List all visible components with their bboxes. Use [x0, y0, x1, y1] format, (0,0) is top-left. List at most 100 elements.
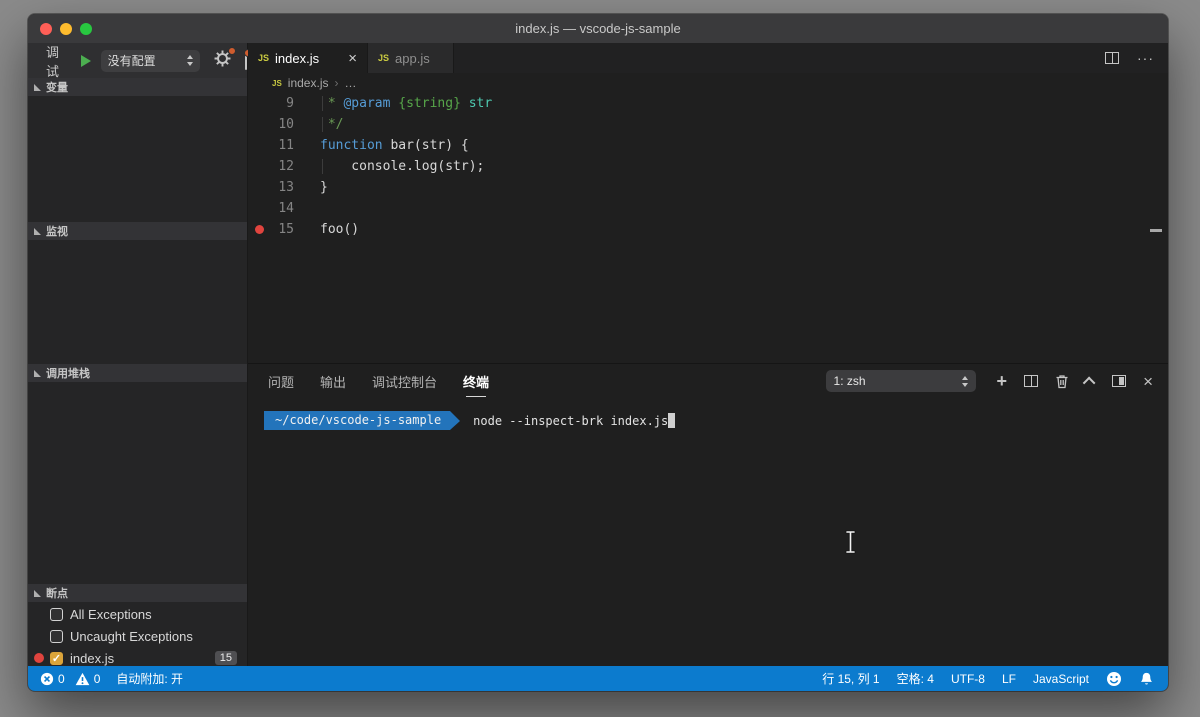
warning-count: 0 [94, 672, 101, 686]
tab-appjs[interactable]: JS app.js [368, 43, 454, 73]
problems-status[interactable]: 0 0 [40, 672, 100, 686]
line-number: 10 [270, 117, 294, 132]
split-editor-icon[interactable] [1105, 52, 1119, 64]
watch-header-label: 监视 [46, 223, 68, 239]
checkbox-unchecked[interactable] [50, 608, 63, 621]
close-window-button[interactable] [40, 23, 52, 35]
workbench: 调试 没有配置 [28, 43, 1168, 666]
debug-sidebar: 调试 没有配置 [28, 43, 248, 666]
terminal-instance-value: 1: zsh [834, 374, 866, 388]
breakpoint-line-badge: 15 [215, 651, 237, 665]
cursor-position-status[interactable]: 行 15, 列 1 [822, 670, 879, 687]
code-editor[interactable]: 9 * @param {string} str 10 */ 11 functio… [248, 93, 1168, 363]
code-line: 10 */ [248, 114, 1168, 135]
line-number: 13 [270, 180, 294, 195]
dropdown-arrows-icon [187, 55, 193, 66]
code-line: 12 console.log(str); [248, 156, 1168, 177]
terminal-command: node --inspect-brk index.js [473, 414, 668, 428]
close-tab-icon[interactable]: × [348, 51, 357, 66]
indentation-status[interactable]: 空格: 4 [897, 670, 934, 687]
terminal-instance-dropdown[interactable]: 1: zsh [826, 370, 976, 392]
minimize-window-button[interactable] [60, 23, 72, 35]
tab-indexjs[interactable]: JS index.js × [248, 43, 368, 73]
editor-tab-bar: JS index.js × JS app.js ··· [248, 43, 1168, 73]
twistie-icon [34, 370, 41, 377]
tab-label: app.js [395, 51, 430, 66]
line-number: 12 [270, 159, 294, 174]
title-bar[interactable]: index.js — vscode-js-sample [28, 14, 1168, 43]
js-file-icon: JS [258, 53, 269, 63]
tab-problems[interactable]: 问题 [268, 363, 294, 400]
feedback-smiley-icon[interactable] [1106, 671, 1122, 687]
code-line: 11 function bar(str) { [248, 135, 1168, 156]
editor-pane: JS index.js × JS app.js ··· JS index.js … [248, 43, 1168, 666]
collapse-panel-chevron-icon[interactable] [1086, 377, 1095, 386]
gear-badge-dot [228, 47, 236, 55]
maximize-panel-icon[interactable] [1112, 375, 1126, 387]
variables-section-header[interactable]: 变量 [28, 78, 247, 96]
callstack-header-label: 调用堆栈 [46, 365, 90, 381]
debug-toolbar: 调试 没有配置 [28, 43, 247, 78]
breakpoint-dot-icon [34, 653, 44, 663]
line-number: 11 [270, 138, 294, 153]
tab-output[interactable]: 输出 [320, 363, 346, 400]
breakpoint-row-all-exceptions[interactable]: All Exceptions [28, 603, 247, 625]
new-terminal-icon[interactable]: + [997, 372, 1008, 390]
editor-actions: ··· [1105, 43, 1154, 73]
dropdown-arrows-icon [962, 376, 968, 387]
encoding-status[interactable]: UTF-8 [951, 672, 985, 686]
status-bar: 0 0 自动附加: 开 行 15, 列 1 空格: 4 UTF-8 LF Jav… [28, 666, 1168, 691]
breakpoint-gutter[interactable] [248, 225, 270, 234]
debug-config-value: 没有配置 [108, 52, 156, 69]
twistie-icon [34, 84, 41, 91]
error-circle-icon [40, 672, 54, 686]
breadcrumb-file[interactable]: index.js [288, 76, 329, 90]
zoom-window-button[interactable] [80, 23, 92, 35]
window-title: index.js — vscode-js-sample [515, 21, 680, 36]
callstack-section-header[interactable]: 调用堆栈 [28, 364, 247, 382]
configure-gear-button[interactable] [214, 50, 231, 72]
overview-ruler-cursor-marker [1150, 229, 1162, 232]
breadcrumb-more[interactable]: … [344, 76, 356, 90]
chevron-right-icon: › [334, 76, 338, 90]
panel-tab-bar: 问题 输出 调试控制台 终端 1: zsh + [248, 364, 1168, 398]
traffic-lights [40, 14, 92, 43]
breakpoint-label: Uncaught Exceptions [70, 629, 193, 644]
panel-toolbar: 1: zsh + × [826, 370, 1168, 392]
tab-debug-console[interactable]: 调试控制台 [372, 363, 437, 400]
more-actions-icon[interactable]: ··· [1137, 50, 1154, 66]
checkbox-unchecked[interactable] [50, 630, 63, 643]
prompt-path-segment: ~/code/vscode-js-sample [264, 411, 450, 430]
watch-section-header[interactable]: 监视 [28, 222, 247, 240]
tab-label: index.js [275, 51, 319, 66]
language-mode-status[interactable]: JavaScript [1033, 672, 1089, 686]
breakpoint-row-uncaught-exceptions[interactable]: Uncaught Exceptions [28, 625, 247, 647]
code-line: 14 [248, 198, 1168, 219]
bottom-panel: 问题 输出 调试控制台 终端 1: zsh + [248, 363, 1168, 666]
warning-triangle-icon [75, 672, 90, 686]
code-line-with-breakpoint: 15 foo() [248, 219, 1168, 240]
checkbox-checked[interactable]: ✓ [50, 652, 63, 665]
breadcrumb[interactable]: JS index.js › … [248, 73, 1168, 93]
line-number: 15 [270, 222, 294, 237]
terminal-view[interactable]: ~/code/vscode-js-sample node --inspect-b… [248, 398, 1168, 666]
terminal-cursor [668, 413, 675, 428]
breakpoint-label: index.js [70, 651, 114, 666]
kill-terminal-trash-icon[interactable] [1055, 374, 1069, 389]
line-number: 9 [270, 96, 294, 111]
twistie-icon [34, 590, 41, 597]
eol-status[interactable]: LF [1002, 672, 1016, 686]
notifications-bell-icon[interactable] [1139, 671, 1154, 687]
js-file-icon: JS [378, 53, 389, 63]
breakpoint-dot-icon [255, 225, 264, 234]
js-file-icon: JS [272, 79, 282, 88]
split-terminal-icon[interactable] [1024, 375, 1038, 387]
breakpoints-section-header[interactable]: 断点 [28, 584, 247, 602]
breakpoint-label: All Exceptions [70, 607, 152, 622]
start-debug-icon[interactable] [81, 55, 91, 67]
tab-terminal[interactable]: 终端 [463, 363, 489, 400]
close-panel-icon[interactable]: × [1143, 373, 1153, 390]
debug-config-dropdown[interactable]: 没有配置 [101, 50, 200, 72]
open-debug-console-button[interactable] [245, 52, 247, 70]
auto-attach-status[interactable]: 自动附加: 开 [116, 670, 183, 687]
